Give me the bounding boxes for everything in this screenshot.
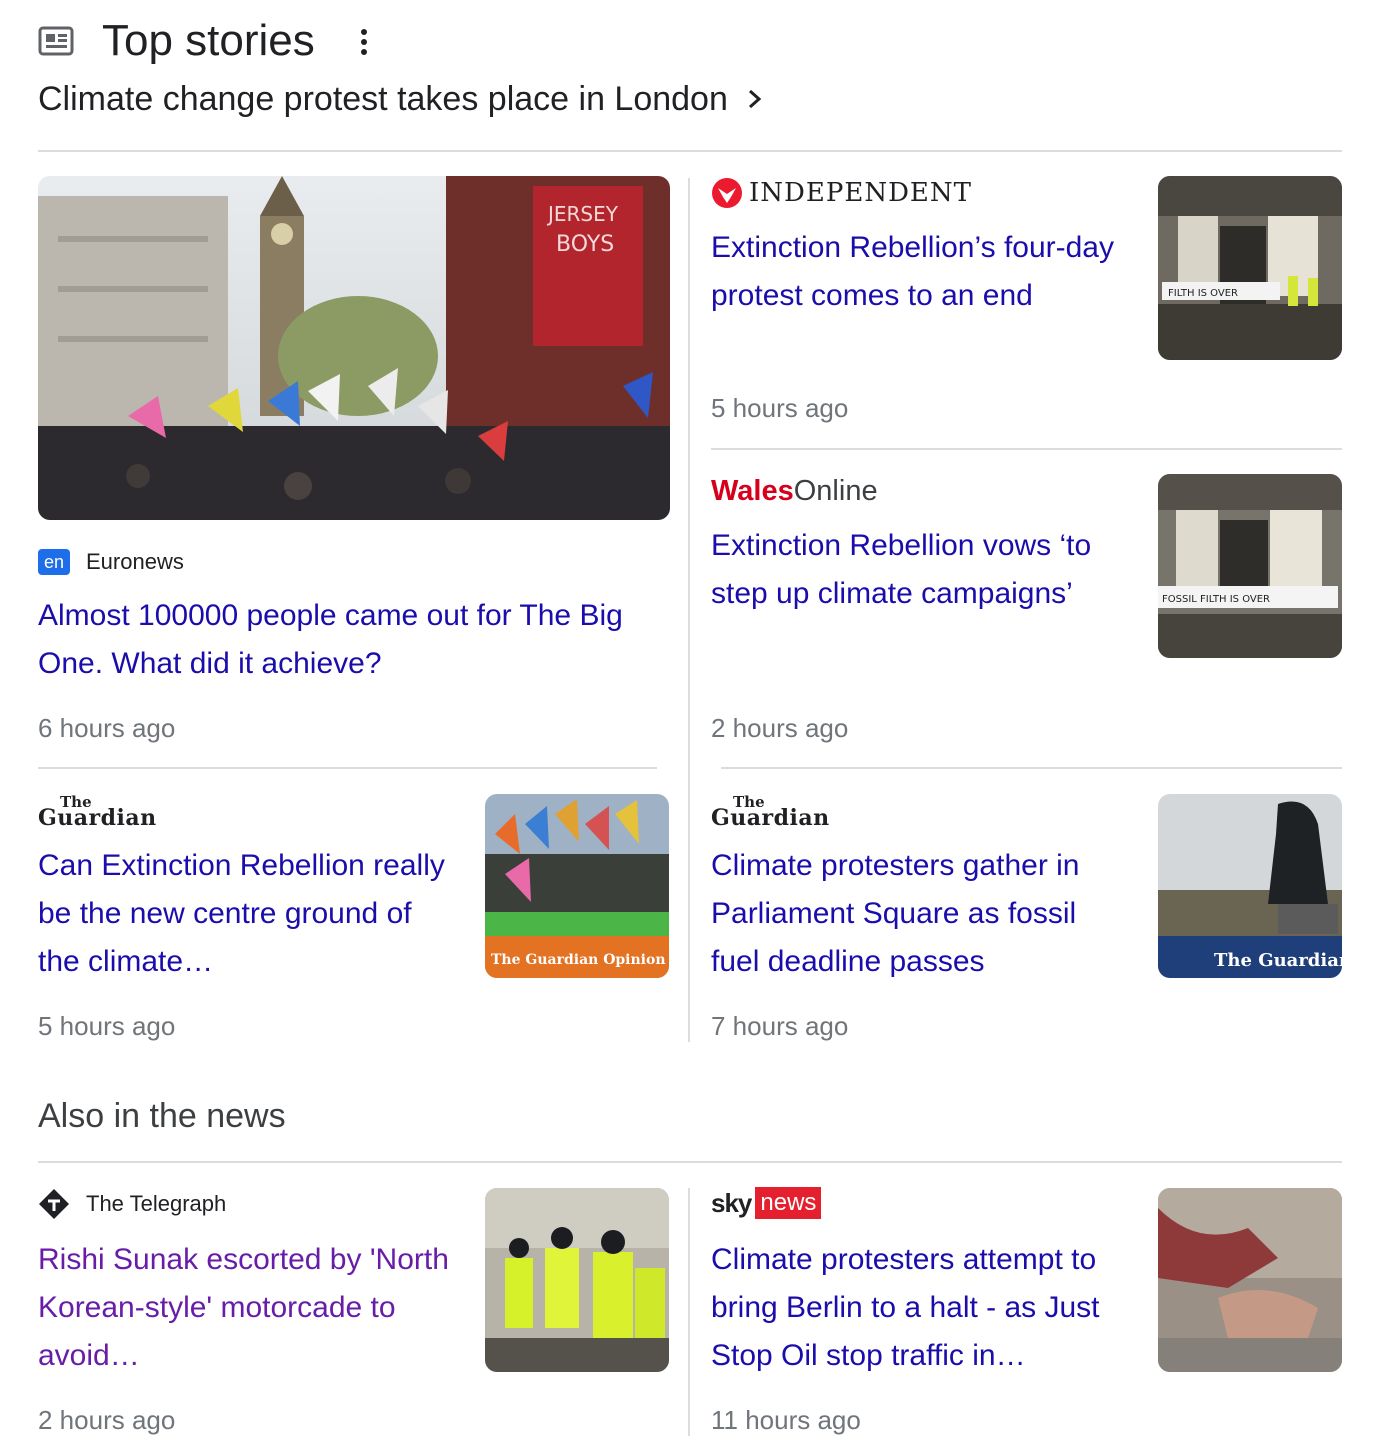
independent-time: 5 hours ago (711, 393, 849, 423)
guardian-logo: The Guardian (38, 795, 157, 831)
source-name: The Telegraph (86, 1191, 227, 1216)
guardian-left-thumbnail[interactable]: The Guardian Opinion (485, 794, 669, 978)
logo-name: Guardian (711, 805, 830, 831)
guardian-right-headline[interactable]: Climate protesters gather in Parliament … (711, 842, 1131, 986)
guardian-right-time: 7 hours ago (711, 1011, 849, 1041)
telegraph-logo-icon (39, 1189, 69, 1219)
telegraph-headline[interactable]: Rishi Sunak escorted by 'North Korean-st… (38, 1236, 458, 1380)
independent-headline[interactable]: Extinction Rebellion’s four-day protest … (711, 224, 1131, 320)
svg-text:JERSEY: JERSEY (546, 202, 619, 226)
guardian-left-headline[interactable]: Can Extinction Rebellion really be the n… (38, 842, 458, 986)
guardian-logo: The Guardian (711, 795, 830, 831)
svg-text:BOYS: BOYS (556, 232, 614, 257)
skynews-source: sky news (711, 1187, 822, 1219)
topic-link[interactable]: Climate change protest takes place in Lo… (38, 76, 764, 122)
independent-eagle-icon (712, 178, 742, 208)
thumb-caption: The Guardian Opinion (491, 952, 666, 968)
divider (38, 767, 657, 769)
walesonline-source: WalesOnline (711, 474, 878, 508)
skynews-headline[interactable]: Climate protesters attempt to bring Berl… (711, 1236, 1131, 1380)
featured-time: 6 hours ago (38, 713, 176, 743)
chevron-right-icon (748, 89, 762, 109)
skynews-time: 11 hours ago (711, 1405, 861, 1435)
independent-source: INDEPENDENT (711, 177, 972, 209)
source-name: Euronews (86, 549, 184, 574)
featured-headline[interactable]: Almost 100000 people came out for The Bi… (38, 592, 670, 688)
walesonline-thumbnail[interactable]: FOSSIL FILTH IS OVER (1158, 474, 1342, 658)
logo-name: Guardian (38, 805, 157, 831)
walesonline-time: 2 hours ago (711, 713, 849, 743)
telegraph-source: The Telegraph (38, 1188, 226, 1220)
divider (721, 767, 1342, 769)
euronews-logo: en (38, 549, 70, 575)
column-divider (688, 178, 690, 1042)
guardian-left-time: 5 hours ago (38, 1011, 176, 1041)
featured-story-image[interactable]: JERSEY BOYS (38, 176, 670, 520)
source-name-bold: Wales (711, 475, 794, 507)
walesonline-headline[interactable]: Extinction Rebellion vows ‘to step up cl… (711, 522, 1131, 618)
telegraph-thumbnail[interactable] (485, 1188, 669, 1372)
divider (38, 150, 1342, 152)
skynews-thumbnail[interactable] (1158, 1188, 1342, 1372)
featured-source: en Euronews (38, 548, 184, 576)
topic-title: Climate change protest takes place in Lo… (38, 80, 728, 118)
thumb-caption: The Guardian (1214, 950, 1342, 971)
newspaper-icon (38, 26, 74, 56)
guardian-right-thumbnail[interactable]: The Guardian (1158, 794, 1342, 978)
independent-thumbnail[interactable]: FILTH IS OVER (1158, 176, 1342, 360)
more-vert-icon[interactable] (352, 26, 376, 58)
logo-sky: sky (711, 1187, 752, 1218)
column-divider (688, 1188, 690, 1436)
divider (38, 1161, 1342, 1163)
divider (711, 448, 1342, 450)
banner-text: FILTH IS OVER (1168, 288, 1238, 299)
telegraph-time: 2 hours ago (38, 1405, 176, 1435)
logo-news: news (755, 1187, 822, 1219)
section-title: Top stories (102, 16, 315, 65)
source-name: INDEPENDENT (749, 178, 972, 208)
also-in-news-title: Also in the news (38, 1097, 286, 1135)
source-name-light: Online (793, 475, 878, 507)
banner-text: FOSSIL FILTH IS OVER (1162, 594, 1270, 605)
